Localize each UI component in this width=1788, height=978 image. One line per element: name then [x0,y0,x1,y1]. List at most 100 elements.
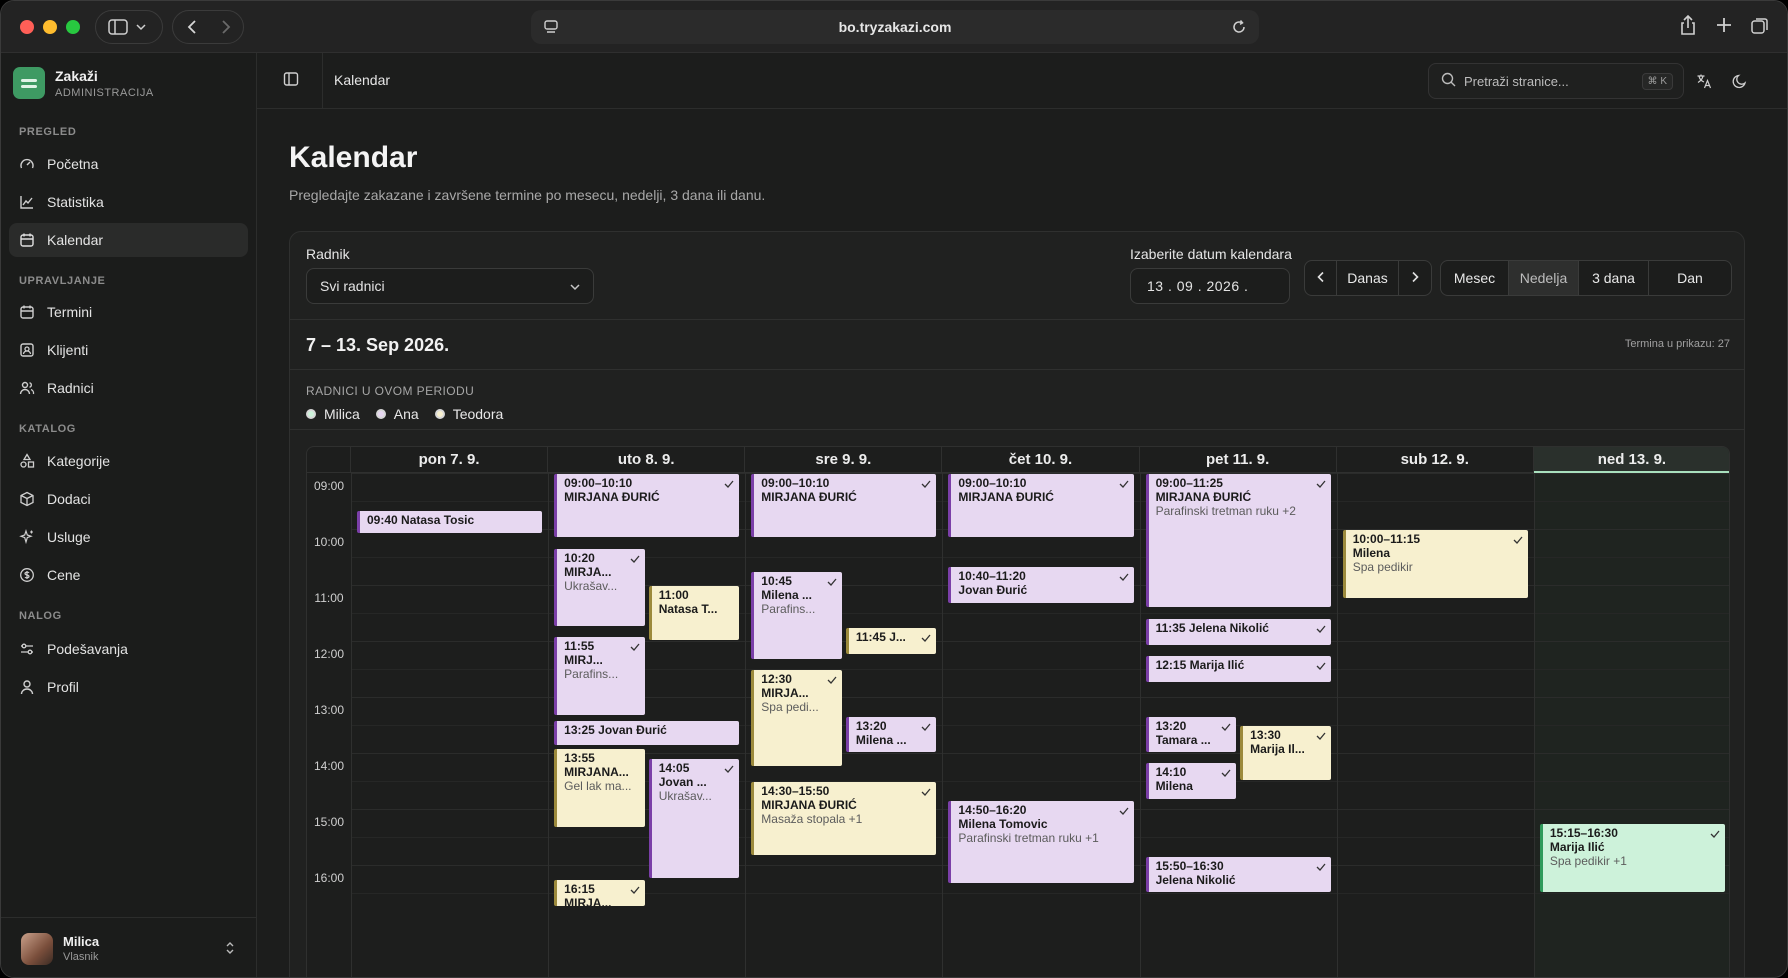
view-week-button[interactable]: Nedelja [1509,261,1579,295]
sidebar-item-radnici[interactable]: Radnici [9,371,248,405]
check-icon [1316,622,1326,636]
appointment-event[interactable]: 13:25 Jovan Đurić [554,721,740,745]
chevron-down-icon[interactable] [136,23,146,31]
view-day-button[interactable]: Dan [1649,261,1731,295]
appointment-event[interactable]: 10:45 Milena ... Parafins... [751,572,842,659]
appointment-event[interactable]: 10:00–11:15 Milena Spa pedikir [1342,530,1528,598]
legend-item: Milica [306,406,360,422]
hour-label: 13:00 [313,703,345,717]
event-service: Parafins... [564,667,619,682]
appointment-event[interactable]: 13:20 Tamara ... [1145,716,1237,752]
day-header[interactable]: uto 8. 9. [548,447,746,473]
appointment-event[interactable]: 13:30 Marija Il... [1240,726,1331,780]
event-time: 15:15–16:30 [1549,826,1618,840]
appointment-event[interactable]: 12:30 MIRJA... Spa pedi... [751,670,842,766]
forward-arrow-icon[interactable] [221,19,231,35]
sidebar-item-usluge[interactable]: Usluge [9,520,248,554]
sidebar-toggle-group[interactable] [95,10,163,44]
view-3days-button[interactable]: 3 dana [1579,261,1649,295]
check-icon [1221,766,1231,780]
theme-moon-icon[interactable] [1732,73,1748,94]
day-header[interactable]: ned 13. 9. [1533,447,1729,473]
reload-icon[interactable] [1231,19,1247,38]
prev-period-button[interactable] [1305,261,1337,295]
address-bar[interactable]: bo.tryzakazi.com [531,10,1259,44]
appointment-event[interactable]: 16:15 MIRJA... [554,880,645,906]
share-icon[interactable] [1679,14,1697,41]
appointment-event[interactable]: 11:55 MIRJ... Parafins... [554,637,645,715]
appointment-event[interactable]: 10:20 MIRJA... Ukrašav... [554,548,645,626]
day-header[interactable]: pet 11. 9. [1139,447,1337,473]
event-client: Milena ... [761,588,812,602]
day-header[interactable]: čet 10. 9. [942,447,1140,473]
today-button[interactable]: Danas [1337,261,1399,295]
appointment-event[interactable]: 09:00–10:10 MIRJANA ĐURIĆ [554,474,740,538]
appointment-event[interactable]: 14:30–15:50 MIRJANA ĐURIĆ Masaža stopala +… [751,782,937,855]
sidebar-item-cene[interactable]: Cene [9,558,248,592]
calendar-icon [19,304,35,320]
sidebar-item-kategorije[interactable]: Kategorije [9,444,248,478]
view-month-button[interactable]: Mesec [1441,261,1509,295]
event-time: 13:30 [1250,728,1281,742]
dollar-icon [19,567,35,583]
day-header[interactable]: pon 7. 9. [351,447,549,473]
tab-overview-icon[interactable] [1750,16,1770,41]
appointment-event[interactable]: 12:15 Marija Ilić [1145,656,1331,682]
appointment-event[interactable]: 11:35 Jelena Nikolić [1145,618,1331,645]
appointment-event[interactable]: 09:40 Natasa Tosic [357,511,543,534]
appointment-event[interactable]: 13:20 Milena ... [845,716,937,752]
translate-icon[interactable] [1696,73,1712,94]
brand[interactable]: Zakaži ADMINISTRACIJA [13,63,154,103]
event-time: 10:40–11:20 [958,569,1026,584]
nav-section-katalog: KATALOG [19,423,76,435]
search-input[interactable]: Pretraži stranice... ⌘ K [1428,63,1684,99]
appointment-event[interactable]: 09:00–10:10 MIRJANA ĐURIĆ [751,474,937,538]
page-settings-icon[interactable] [543,19,559,38]
search-shortcut: ⌘ K [1641,73,1673,90]
appointment-event[interactable]: 14:05 Jovan ... Ukrašav... [648,758,740,878]
sidebar-item-statistika[interactable]: Statistika [9,185,248,219]
event-client: MIRJANA ĐURIĆ [564,490,660,504]
close-window-button[interactable] [20,20,34,34]
legend-dot [375,409,386,419]
maximize-window-button[interactable] [66,20,80,34]
event-client: Milena [1352,546,1391,560]
sidebar-item-pocetna[interactable]: Početna [9,147,248,181]
appointment-event[interactable]: 11:45 J... [845,628,937,654]
appointment-event[interactable]: 14:50–16:20 Milena Tomovic Parafinski tret… [948,800,1134,883]
event-client: MIRJA... [564,896,612,906]
event-client: MIRJANA ĐURIĆ [1155,490,1252,504]
sidebar-item-dodaci[interactable]: Dodaci [9,482,248,516]
date-input[interactable]: 13 . 09 . 2026 . [1130,268,1290,304]
user-menu[interactable]: Milica Vlasnik [1,917,257,977]
appointment-event[interactable]: 13:55 MIRJANA... Gel lak ma... [554,749,645,827]
new-tab-icon[interactable] [1715,16,1733,39]
appointment-event[interactable]: 11:00 Natasa T... [648,586,740,640]
event-client: MIRJANA... [564,765,629,780]
appointment-event[interactable]: 15:15–16:30 Marija Ilić Spa pedikir +1 [1539,824,1725,892]
appointment-event[interactable]: 15:50–16:30 Jelena Nikolić [1145,856,1331,892]
day-header[interactable]: sre 9. 9. [745,447,943,473]
event-client: Milena ... [855,732,907,747]
sidebar-item-podesavanja[interactable]: Podešavanja [9,632,248,666]
back-arrow-icon[interactable] [187,19,197,35]
sidebar-toggle-icon[interactable] [283,71,299,92]
sidebar-item-klijenti[interactable]: Klijenti [9,333,248,367]
breadcrumb: Kalendar [334,72,391,88]
day-divider [1139,473,1141,977]
appointment-event[interactable]: 09:00–11:25 MIRJANA ĐURIĆ Parafinski tretm… [1145,474,1331,608]
check-icon [1316,729,1326,743]
worker-select[interactable]: Svi radnici [306,268,594,304]
event-time: 10:00–11:15 [1352,532,1421,546]
day-header[interactable]: sub 12. 9. [1336,447,1534,473]
sidebar-icon[interactable] [108,19,128,35]
next-period-button[interactable] [1399,261,1431,295]
minimize-window-button[interactable] [43,20,57,34]
sidebar-item-profil[interactable]: Profil [9,670,248,704]
appointment-event[interactable]: 09:00–10:10 MIRJANA ĐURIĆ [948,474,1134,538]
appointment-event[interactable]: 10:40–11:20 Jovan Đurić [948,567,1134,603]
brand-logo-icon [13,67,45,99]
sidebar-item-termini[interactable]: Termini [9,295,248,329]
appointment-event[interactable]: 14:10 Milena [1145,763,1237,799]
sidebar-item-kalendar[interactable]: Kalendar [9,223,248,257]
